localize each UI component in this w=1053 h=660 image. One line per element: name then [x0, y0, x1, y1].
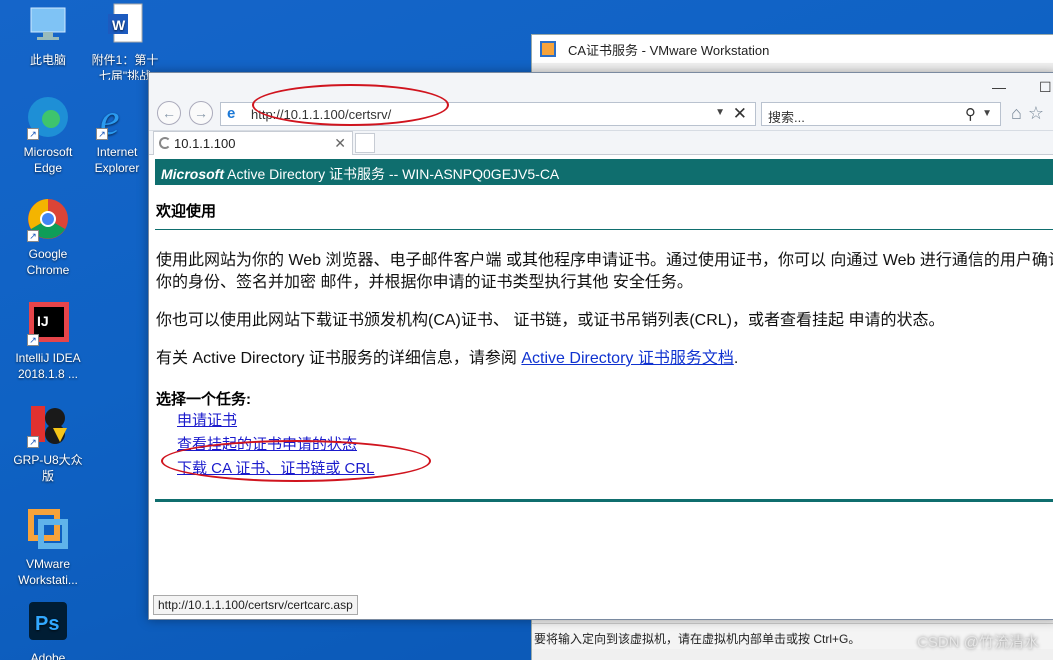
forward-arrow-icon: →: [194, 105, 208, 121]
desktop-icon-ie[interactable]: e ↗ Internet Explorer: [86, 94, 148, 176]
docs-prefix: 有关 Active Directory 证书服务的详细信息，请参阅: [156, 350, 522, 367]
computer-icon: [25, 2, 71, 48]
page-banner: Microsoft Active Directory 证书服务 -- WIN-A…: [155, 159, 1053, 185]
banner-brand: Microsoft: [161, 166, 224, 182]
svg-text:W: W: [112, 17, 126, 33]
grp-u8-icon: ↗: [25, 402, 71, 448]
desktop-icon-photoshop[interactable]: Ps Adobe: [9, 600, 87, 660]
favorites-star-icon[interactable]: ☆: [1028, 103, 1050, 123]
intellij-icon: IJ ↗: [25, 300, 71, 346]
internet-explorer-icon: e ↗: [94, 94, 140, 144]
intro-line-2: 你的身份、签名并加密 邮件，并根据你申请的证书类型执行其他 安全任务。: [156, 274, 693, 291]
desktop-icon-label: 此电脑: [29, 53, 66, 67]
welcome-heading: 欢迎使用: [156, 203, 217, 220]
docs-suffix: .: [733, 350, 739, 367]
vmware-icon: [25, 506, 71, 552]
desktop-icon-label: GRP-U8大众版: [13, 453, 83, 483]
edge-icon: ↗: [25, 94, 71, 140]
svg-text:Ps: Ps: [35, 613, 59, 635]
download-paragraph: 你也可以使用此网站下载证书颁发机构(CA)证书、 证书链，或证书吊销列表(CRL…: [156, 312, 945, 329]
intro-line-1: 使用此网站为你的 Web 浏览器、电子邮件客户端 或其他程序申请证书。通过使用证…: [156, 252, 1053, 269]
address-text: http://10.1.1.100/certsrv/: [251, 107, 392, 122]
desktop-icon-intellij[interactable]: IJ ↗ IntelliJ IDEA 2018.1.8 ...: [9, 300, 87, 382]
page-content: Microsoft Active Directory 证书服务 -- WIN-A…: [149, 155, 1053, 502]
minimize-icon[interactable]: —: [992, 79, 1006, 95]
task-link-download-ca[interactable]: 下载 CA 证书、证书链或 CRL: [177, 457, 1053, 481]
address-dropdown-icon[interactable]: ▼: [715, 107, 725, 118]
watermark: CSDN @竹流清水: [917, 634, 1039, 651]
browser-toolbar: — ☐ ← → e http://10.1.1.100/certsrv/ ▼ ✕…: [149, 73, 1053, 131]
desktop-icon-label: IntelliJ IDEA 2018.1.8 ...: [15, 351, 81, 381]
divider: [155, 229, 1053, 230]
search-icon[interactable]: ⚲: [965, 105, 976, 123]
address-bar[interactable]: e http://10.1.1.100/certsrv/ ▼ ✕: [220, 102, 756, 126]
forward-button[interactable]: →: [189, 101, 213, 125]
tab-close-icon[interactable]: ✕: [334, 135, 346, 152]
task-list: 申请证书 查看挂起的证书申请的状态 下载 CA 证书、证书链或 CRL: [177, 409, 1053, 481]
shortcut-arrow-icon: ↗: [27, 128, 39, 140]
search-placeholder: 搜索...: [768, 110, 805, 125]
tab-title: 10.1.1.100: [174, 136, 236, 151]
new-tab-button[interactable]: [355, 133, 375, 153]
toolbar-icons: ⌂☆: [1011, 103, 1050, 124]
docs-paragraph: 有关 Active Directory 证书服务的详细信息，请参阅 Active…: [156, 348, 1053, 370]
shortcut-arrow-icon: ↗: [27, 334, 39, 346]
desktop-icon-vmware[interactable]: VMware Workstati...: [9, 506, 87, 588]
docs-link[interactable]: Active Directory 证书服务文档: [521, 350, 733, 367]
shortcut-arrow-icon: ↗: [27, 230, 39, 242]
desktop-icon-label: Internet Explorer: [94, 145, 140, 175]
shortcut-arrow-icon: ↗: [96, 128, 108, 140]
desktop-icon-label: VMware Workstati...: [18, 557, 78, 587]
desktop-icon-label: Microsoft Edge: [23, 145, 73, 175]
stop-icon[interactable]: ✕: [733, 104, 747, 124]
intro-paragraph: 使用此网站为你的 Web 浏览器、电子邮件客户端 或其他程序申请证书。通过使用证…: [156, 250, 1053, 294]
desktop-icon-this-pc[interactable]: 此电脑: [9, 2, 87, 68]
tab-bar: 10.1.1.100 ✕: [149, 131, 1053, 155]
task-heading: 选择一个任务:: [156, 391, 251, 408]
home-icon[interactable]: ⌂: [1011, 103, 1028, 123]
vmware-titlebar[interactable]: CA证书服务 - VMware Workstation: [532, 35, 1053, 63]
status-url-tooltip: http://10.1.1.100/certsrv/certcarc.asp: [153, 595, 358, 615]
divider-bottom: [155, 499, 1053, 502]
desktop-icon-chrome[interactable]: ↗ Google Chrome: [9, 196, 87, 278]
task-link-request-cert[interactable]: 申请证书: [177, 409, 1053, 433]
loading-spinner-icon: [159, 137, 171, 149]
maximize-icon[interactable]: ☐: [1039, 79, 1052, 96]
back-arrow-icon: ←: [162, 105, 176, 121]
photoshop-icon: Ps: [25, 600, 71, 646]
ie-browser-window[interactable]: — ☐ ← → e http://10.1.1.100/certsrv/ ▼ ✕…: [148, 72, 1053, 620]
desktop-icon-label: Google Chrome: [26, 247, 70, 277]
tab-current[interactable]: 10.1.1.100 ✕: [153, 131, 353, 155]
desktop-icon-word-doc[interactable]: W 附件1：第十七届"挑战: [86, 2, 164, 80]
back-button[interactable]: ←: [157, 101, 181, 125]
search-dropdown-icon[interactable]: ▼: [982, 108, 992, 119]
ie-page-icon: e: [227, 105, 236, 122]
vmware-title: CA证书服务 - VMware Workstation: [568, 42, 770, 58]
vmware-logo-icon: [540, 41, 556, 57]
desktop-icon-grp-u8[interactable]: ↗ GRP-U8大众版: [9, 402, 87, 484]
svg-text:IJ: IJ: [37, 313, 49, 329]
word-document-icon: W: [102, 2, 148, 48]
desktop-icon-edge[interactable]: ↗ Microsoft Edge: [9, 94, 87, 176]
banner-title: Active Directory 证书服务 -- WIN-ASNPQ0GEJV5…: [224, 166, 560, 182]
shortcut-arrow-icon: ↗: [27, 436, 39, 448]
task-link-pending-status[interactable]: 查看挂起的证书申请的状态: [177, 433, 1053, 457]
search-box[interactable]: 搜索... ⚲ ▼: [761, 102, 1001, 126]
desktop-icon-label: Adobe: [30, 651, 66, 660]
chrome-icon: ↗: [25, 196, 71, 242]
